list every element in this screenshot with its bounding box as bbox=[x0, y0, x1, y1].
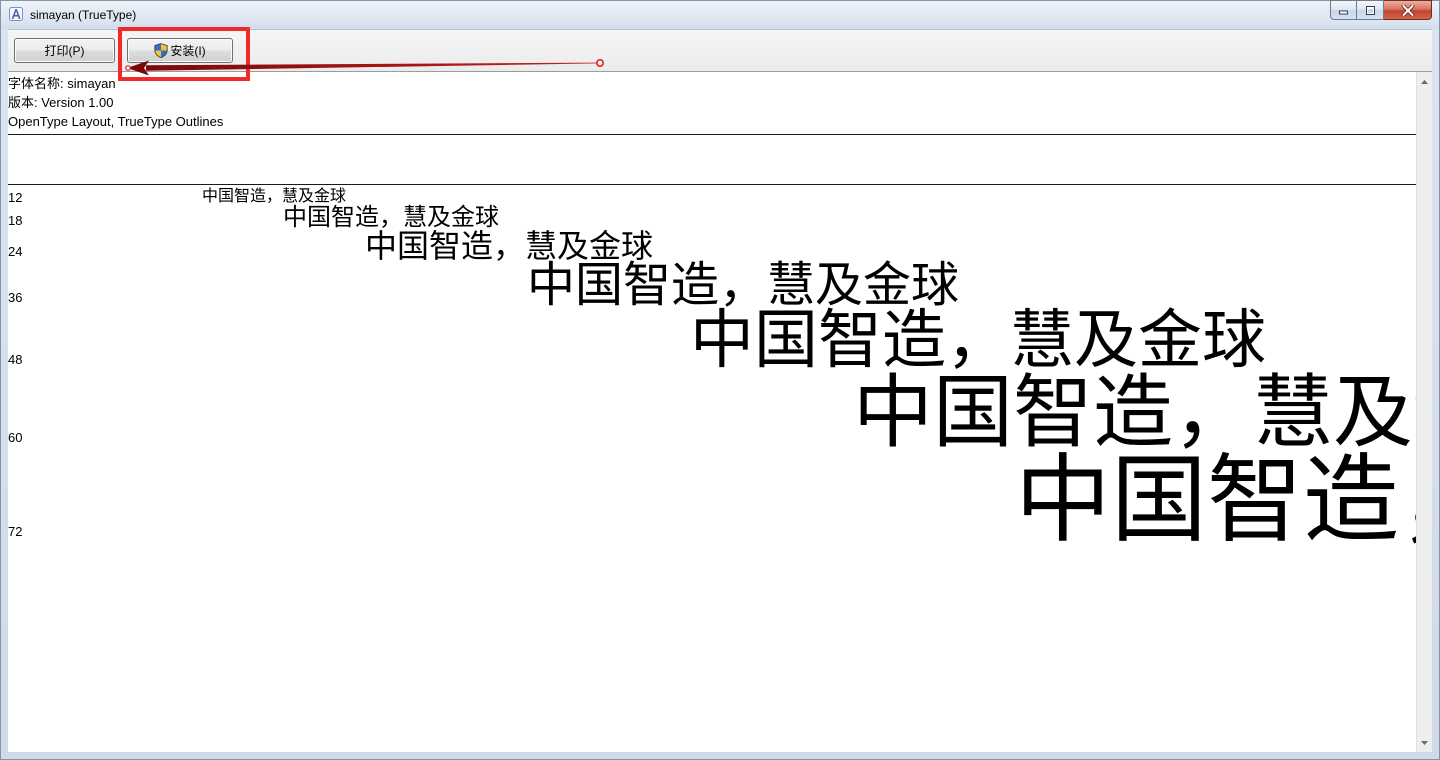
close-button[interactable] bbox=[1384, 0, 1432, 20]
preview-size-label: 36 bbox=[8, 290, 23, 305]
font-version-line: 版本: Version 1.00 bbox=[8, 95, 114, 110]
print-button[interactable]: 打印(P) bbox=[14, 38, 115, 63]
scroll-up-arrow-icon bbox=[1421, 79, 1428, 84]
preview-sample-text: 中国智造，慧及金球 bbox=[690, 304, 1266, 378]
preview-size-label: 72 bbox=[8, 524, 23, 539]
preview-size-label: 48 bbox=[8, 352, 23, 367]
divider bbox=[8, 184, 1416, 185]
close-icon bbox=[1401, 4, 1414, 16]
preview-sample-text: 中国智造，慧及金球 bbox=[853, 366, 1416, 459]
caption-buttons bbox=[1330, 0, 1432, 20]
font-name-line: 字体名称: simayan bbox=[8, 76, 116, 91]
preview-size-label: 12 bbox=[8, 190, 23, 205]
minimize-button[interactable] bbox=[1330, 0, 1357, 20]
divider bbox=[8, 134, 1416, 135]
uac-shield-icon bbox=[154, 43, 168, 58]
preview-size-label: 60 bbox=[8, 430, 23, 445]
maximize-button[interactable] bbox=[1357, 0, 1384, 20]
scroll-up-button[interactable] bbox=[1417, 73, 1432, 90]
title-bar[interactable]: simayan (TrueType) bbox=[1, 0, 1439, 29]
install-button[interactable]: 安装(I) bbox=[127, 38, 233, 63]
preview-size-label: 24 bbox=[8, 244, 23, 259]
scroll-down-arrow-icon bbox=[1421, 740, 1428, 745]
maximize-icon bbox=[1365, 5, 1375, 15]
font-preview-pane: 字体名称: simayan 版本: Version 1.00 OpenType … bbox=[8, 72, 1416, 752]
window-title: simayan (TrueType) bbox=[30, 8, 137, 22]
print-button-label: 打印(P) bbox=[44, 43, 85, 58]
preview-sample-text: 中国智造，慧及金球 bbox=[202, 186, 347, 205]
scroll-down-button[interactable] bbox=[1417, 734, 1432, 751]
minimize-icon bbox=[1339, 10, 1348, 14]
font-outline-type-line: OpenType Layout, TrueType Outlines bbox=[8, 114, 224, 129]
toolbar: 打印(P) 安装(I) bbox=[8, 29, 1432, 72]
font-file-icon bbox=[9, 7, 23, 21]
preview-sample-text: 中国智造，慧及金球 bbox=[283, 203, 499, 231]
font-info: 字体名称: simayan 版本: Version 1.00 OpenType … bbox=[8, 74, 223, 131]
preview-sample-text: 中国智造，慧及金球 bbox=[1015, 444, 1416, 556]
vertical-scrollbar[interactable] bbox=[1416, 72, 1432, 752]
preview-sample-text: 中国智造，慧及金球 bbox=[527, 257, 960, 313]
preview-size-label: 18 bbox=[8, 213, 23, 228]
install-button-label: 安装(I) bbox=[170, 43, 206, 58]
